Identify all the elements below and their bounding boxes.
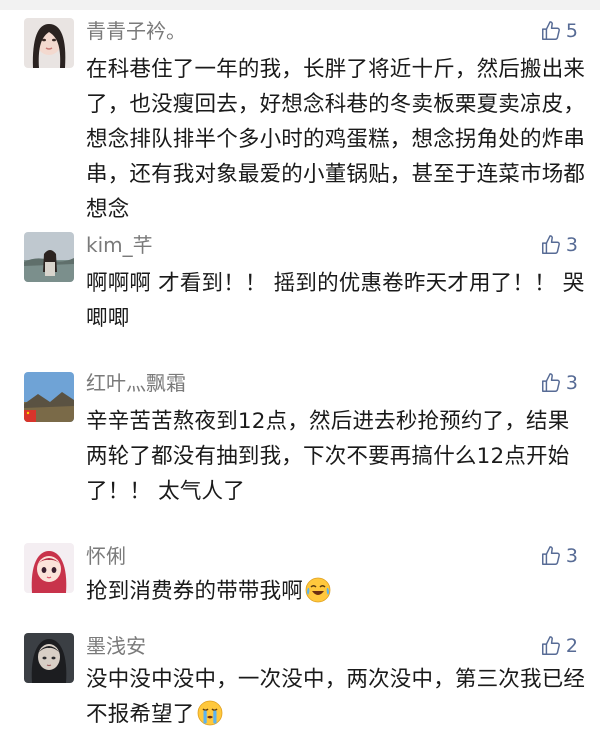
crying-emoji	[197, 700, 223, 726]
thumbs-up-icon	[540, 635, 562, 657]
thumbs-up-icon	[540, 372, 562, 394]
comment-text: 没中没中没中，一次没中，两次没中，第三次我已经不报希望了	[86, 667, 586, 727]
like-button[interactable]: 3	[540, 370, 578, 396]
like-count: 2	[565, 635, 578, 657]
comment-text-wrap: 抢到消费券的带带我啊	[86, 574, 586, 609]
thumbs-up-icon	[540, 234, 562, 256]
top-divider	[0, 0, 600, 10]
nickname[interactable]: 青青子衿。	[86, 18, 186, 44]
nickname[interactable]: 怀俐	[86, 543, 126, 569]
like-button[interactable]: 3	[540, 543, 578, 569]
comment-list: 青青子衿。 5 在科巷住了一年的我，长胖了将近十斤，然后搬出来了，也没瘦回去，好…	[0, 0, 600, 736]
avatar[interactable]	[24, 18, 74, 68]
like-count: 5	[565, 20, 578, 42]
like-count: 3	[565, 234, 578, 256]
avatar[interactable]	[24, 543, 74, 593]
laugh-cry-emoji	[305, 577, 331, 603]
nickname[interactable]: kim_芊	[86, 232, 153, 258]
avatar[interactable]	[24, 633, 74, 683]
thumbs-up-icon	[540, 545, 562, 567]
avatar[interactable]	[24, 232, 74, 282]
avatar[interactable]	[24, 372, 74, 422]
comment-text: 啊啊啊 才看到！！ 摇到的优惠卷昨天才用了！！ 哭唧唧	[86, 271, 585, 331]
comment-text: 在科巷住了一年的我，长胖了将近十斤，然后搬出来了，也没瘦回去，好想念科巷的冬卖板…	[86, 57, 586, 222]
like-button[interactable]: 5	[540, 18, 578, 44]
like-button[interactable]: 3	[540, 232, 578, 258]
like-button[interactable]: 2	[540, 633, 578, 659]
comment-text: 辛辛苦苦熬夜到12点，然后进去秒抢预约了，结果两轮了都没有抽到我，下次不要再搞什…	[86, 409, 570, 504]
like-count: 3	[565, 372, 578, 394]
nickname[interactable]: 红叶灬飘霜	[86, 370, 186, 396]
like-count: 3	[565, 545, 578, 567]
comment-text: 抢到消费券的带带我啊	[86, 579, 304, 604]
thumbs-up-icon	[540, 20, 562, 42]
comment-text-wrap: 没中没中没中，一次没中，两次没中，第三次我已经不报希望了	[86, 662, 586, 732]
nickname[interactable]: 墨浅安	[86, 633, 146, 659]
